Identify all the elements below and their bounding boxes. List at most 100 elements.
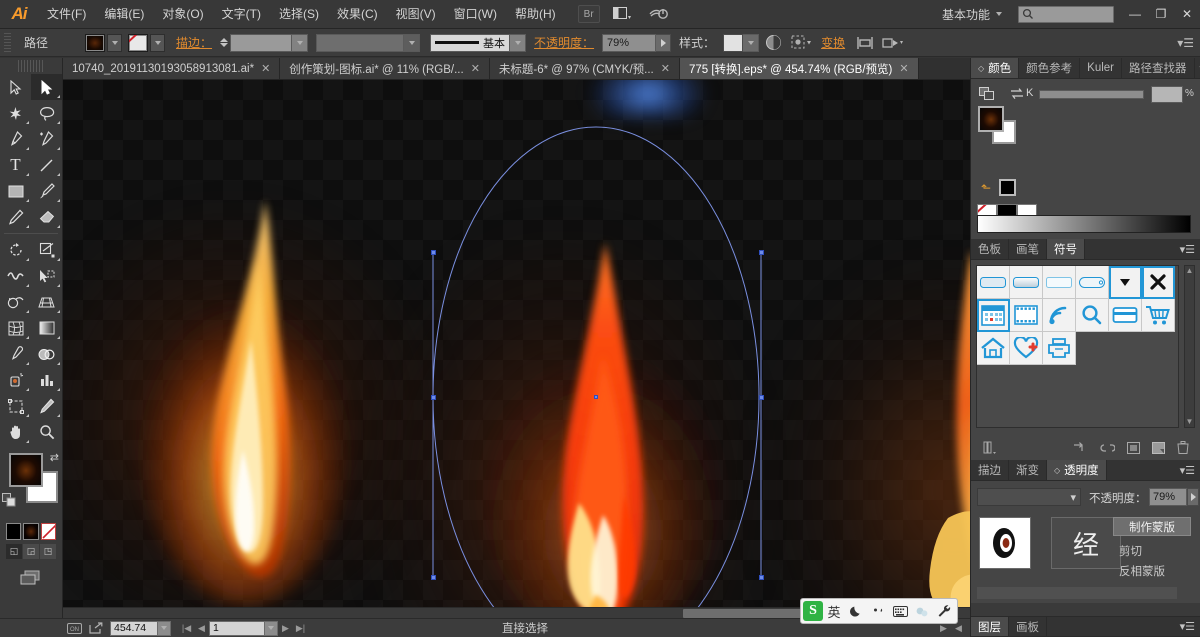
symbol-calendar[interactable] <box>977 299 1010 332</box>
tool-eyedropper[interactable] <box>0 341 31 367</box>
control-bar-menu-icon[interactable]: ▾☰ <box>1177 36 1200 50</box>
settings-wrench-icon[interactable] <box>933 600 955 622</box>
soft-keyboard-icon[interactable] <box>889 600 911 622</box>
tool-pencil[interactable] <box>0 204 31 230</box>
draw-inside-icon[interactable]: ◳ <box>40 544 56 559</box>
symbol-dropdown[interactable] <box>1109 266 1142 299</box>
transparency-opacity-input[interactable]: 79% <box>1149 488 1187 506</box>
tab-transparency[interactable]: ◇ 透明度 <box>1047 460 1107 480</box>
next-artboard-button[interactable]: ▶ <box>278 621 293 636</box>
stroke-weight-stepper[interactable] <box>220 38 229 47</box>
transform-label[interactable]: 变换 <box>815 34 851 51</box>
sogou-ime-bar[interactable]: S 英 <box>800 598 958 624</box>
tab-pathfinder[interactable]: 路径查找器 <box>1122 58 1195 78</box>
clip-checkbox-label[interactable]: 剪切 <box>1119 543 1142 559</box>
search-input[interactable] <box>1018 5 1114 23</box>
stroke-dropdown-icon[interactable] <box>150 33 166 52</box>
stroke-profile-group[interactable] <box>316 33 421 52</box>
document-tab-2-close-icon[interactable]: ✕ <box>471 62 480 75</box>
tool-pen[interactable] <box>0 126 31 152</box>
change-screen-mode-icon[interactable] <box>19 569 43 587</box>
tool-zoom[interactable] <box>31 419 62 445</box>
menu-window[interactable]: 窗口(W) <box>445 0 506 29</box>
tool-hand[interactable] <box>0 419 31 445</box>
brush-definition-preview[interactable]: 基本 <box>430 33 511 52</box>
menu-edit[interactable]: 编辑(E) <box>95 0 153 29</box>
break-link-icon[interactable] <box>1099 442 1116 457</box>
symbol-printer[interactable] <box>1043 332 1076 365</box>
anchor-point-left[interactable] <box>430 394 436 400</box>
tool-paintbrush[interactable] <box>31 178 62 204</box>
opacity-dropdown-icon[interactable] <box>656 33 672 52</box>
transparency-opacity-arrow-icon[interactable] <box>1187 488 1199 506</box>
tab-color[interactable]: ◇ 颜色 <box>971 58 1020 78</box>
menu-help[interactable]: 帮助(H) <box>506 0 565 29</box>
opacity-input[interactable]: 79% <box>602 33 657 52</box>
document-tab-4-close-icon[interactable]: ✕ <box>899 62 908 75</box>
symbol-button-gradient[interactable] <box>1010 266 1043 299</box>
fill-swatch-group[interactable] <box>85 33 123 52</box>
symbol-search[interactable] <box>1076 299 1109 332</box>
place-symbol-instance-icon[interactable] <box>1073 441 1087 457</box>
document-tab-1-close-icon[interactable]: ✕ <box>261 62 270 75</box>
anchor-point-handle-bottom-left[interactable] <box>430 574 436 580</box>
symbol-options-icon[interactable] <box>1127 441 1140 457</box>
tab-kuler[interactable]: Kuler <box>1080 58 1123 78</box>
style-dropdown-icon[interactable] <box>743 33 760 52</box>
document-tab-1[interactable]: 10740_20191130193058913081.ai* ✕ <box>63 58 281 79</box>
workspace-switcher[interactable]: 基本功能 <box>936 6 1008 23</box>
symbol-wifi[interactable] <box>1043 299 1076 332</box>
scroll-down-arrow-icon[interactable]: ▼ <box>1185 417 1194 426</box>
k-channel-value-input[interactable] <box>1151 86 1183 103</box>
stroke-weight-input[interactable] <box>230 33 293 52</box>
tool-rotate[interactable] <box>0 237 31 263</box>
tool-artboard[interactable] <box>0 393 31 419</box>
style-group[interactable] <box>723 33 760 52</box>
stroke-label[interactable]: 描边： <box>168 34 220 51</box>
share-on-behance-icon[interactable] <box>85 621 107 636</box>
gradient-swatch-button[interactable] <box>23 523 39 540</box>
fill-color-swatch[interactable] <box>9 453 43 487</box>
draw-behind-icon[interactable]: ◲ <box>23 544 39 559</box>
tool-gradient[interactable] <box>31 315 62 341</box>
stroke-profile-input[interactable] <box>316 33 405 52</box>
control-bar-grip[interactable] <box>4 32 11 53</box>
close-button[interactable]: ✕ <box>1174 0 1200 29</box>
presentation-mode-icon[interactable]: ON <box>63 621 85 636</box>
tab-gradient[interactable]: 渐变 <box>1009 460 1047 480</box>
menu-type[interactable]: 文字(T) <box>213 0 270 29</box>
fill-dropdown-icon[interactable] <box>107 33 123 52</box>
color-panel-menu-icon[interactable]: ▾☰ <box>1195 58 1200 78</box>
draw-normal-icon[interactable]: ◱ <box>6 544 22 559</box>
zoom-level-group[interactable]: 454.74 <box>110 620 171 636</box>
ime-language-mode[interactable]: 英 <box>823 600 845 622</box>
bridge-icon[interactable]: Br <box>577 5 600 23</box>
menu-effect[interactable]: 效果(C) <box>328 0 387 29</box>
arrange-documents-icon[interactable] <box>607 4 637 24</box>
swap-fill-stroke-icon[interactable]: ⇄ <box>50 451 59 464</box>
moon-icon[interactable] <box>845 600 867 622</box>
document-tab-4[interactable]: 775 [转换].eps* @ 454.74% (RGB/预览) ✕ <box>679 58 919 79</box>
mask-thumbnail[interactable]: 经 <box>1051 517 1121 569</box>
sogou-logo-icon[interactable]: S <box>803 601 823 621</box>
symbol-credit-card[interactable] <box>1109 299 1142 332</box>
anchor-point-handle-top-right[interactable] <box>758 249 764 255</box>
tab-symbols[interactable]: 符号 <box>1047 239 1085 259</box>
black-swatch[interactable] <box>999 179 1016 196</box>
minimize-button[interactable]: — <box>1122 0 1148 29</box>
tool-magic-wand[interactable] <box>0 100 31 126</box>
stroke-swatch-group[interactable] <box>128 33 166 52</box>
isolate-selected-icon[interactable] <box>881 32 905 54</box>
menu-object[interactable]: 对象(O) <box>153 0 212 29</box>
menu-select[interactable]: 选择(S) <box>270 0 328 29</box>
stroke-up-icon[interactable]: ⬑ <box>981 181 991 195</box>
symbol-button-outline[interactable] <box>1043 266 1076 299</box>
opacity-group[interactable]: 79% <box>602 33 672 52</box>
tool-free-transform[interactable] <box>31 263 62 289</box>
tab-brushes[interactable]: 画笔 <box>1009 239 1047 259</box>
last-artboard-button[interactable]: ▶| <box>293 621 308 636</box>
make-mask-button[interactable]: 制作蒙版 <box>1113 517 1191 536</box>
align-icon[interactable] <box>853 32 877 54</box>
color-spectrum-ramp[interactable] <box>977 215 1191 233</box>
menu-view[interactable]: 视图(V) <box>387 0 445 29</box>
